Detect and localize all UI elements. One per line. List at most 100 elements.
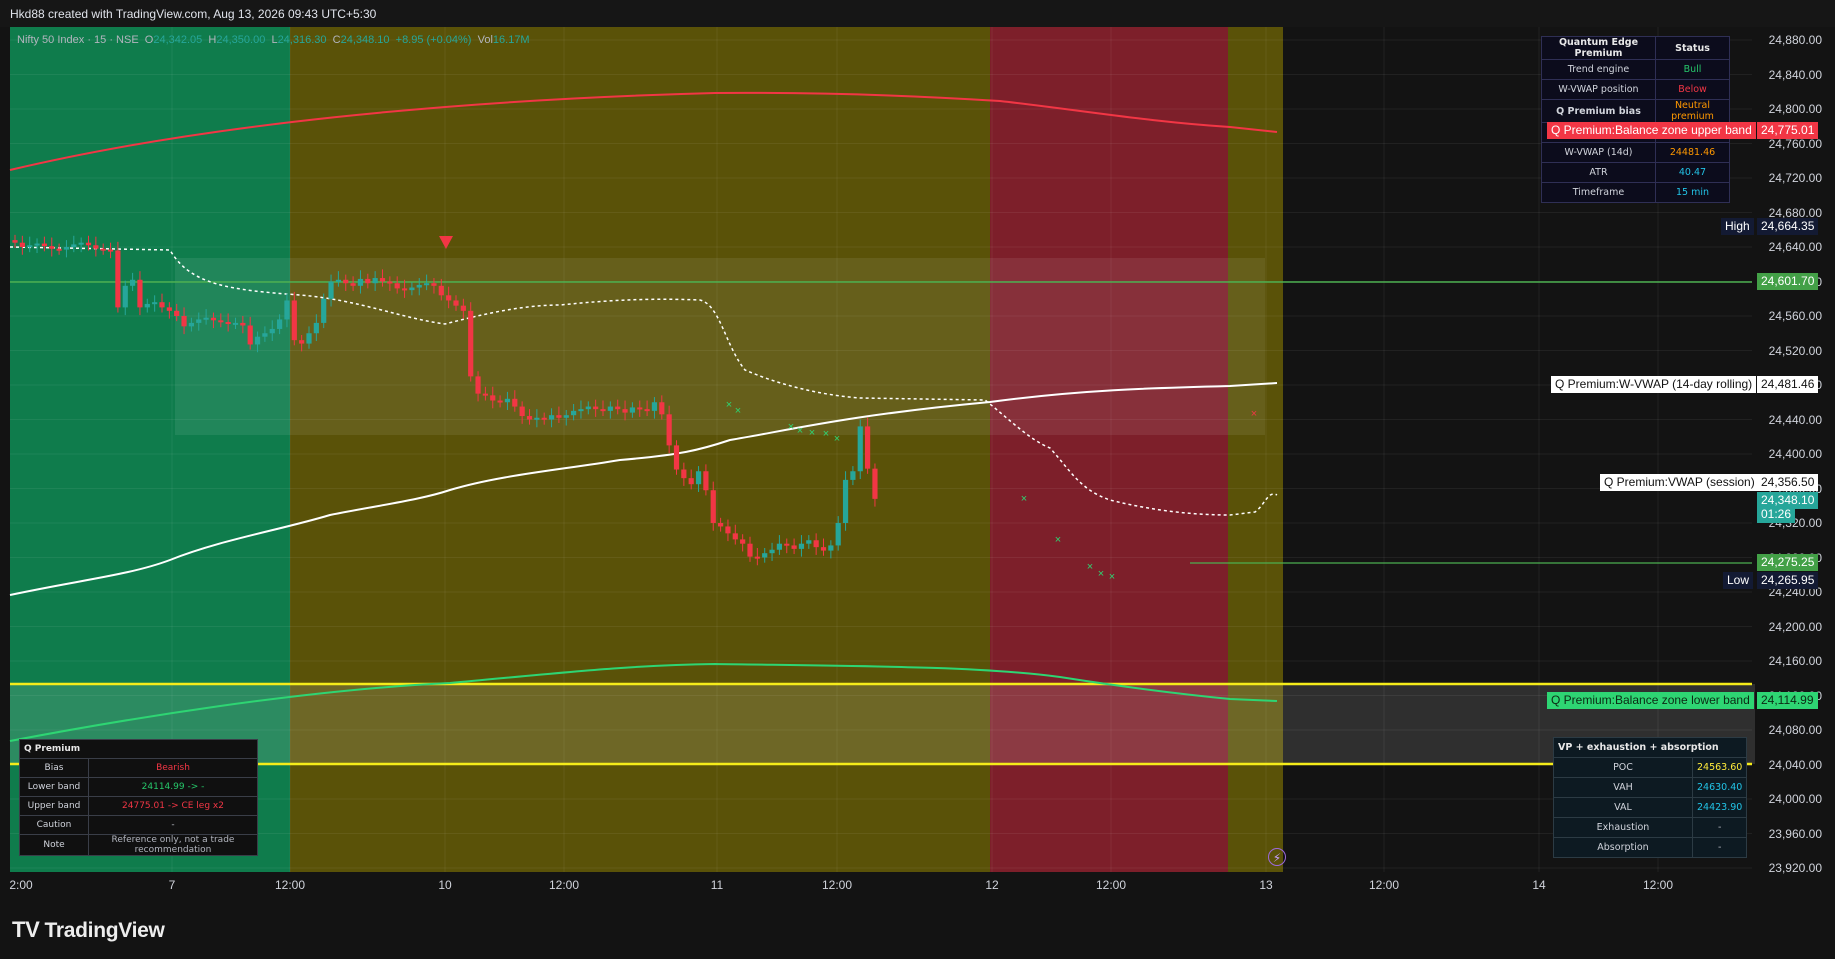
symbol-name[interactable]: Nifty 50 Index · 15 · NSE bbox=[17, 34, 139, 46]
candle-body bbox=[27, 245, 33, 248]
quantum-edge-header: Quantum Edge Premium bbox=[1541, 36, 1656, 60]
row-value: Neutral premium bbox=[1655, 99, 1730, 123]
table-row: W-VWAP position Below bbox=[1541, 79, 1730, 100]
row-value: - bbox=[88, 815, 258, 835]
x-signal-marker: × bbox=[834, 433, 840, 445]
row-value: - bbox=[1691, 837, 1748, 858]
candle-body bbox=[490, 395, 496, 401]
candle-body bbox=[34, 243, 40, 246]
candle-body bbox=[350, 283, 356, 286]
row-label: Caution bbox=[19, 815, 89, 835]
candle-body bbox=[600, 409, 606, 412]
row-label: Exhaustion bbox=[1553, 817, 1693, 838]
x-axis-tick: 2:00 bbox=[9, 878, 33, 892]
candle-body bbox=[56, 248, 62, 251]
candle-body bbox=[762, 553, 768, 558]
candle-body bbox=[526, 416, 533, 420]
x-signal-marker: × bbox=[735, 405, 741, 417]
x-axis-tick: 13 bbox=[1259, 878, 1273, 892]
candle-body bbox=[431, 283, 437, 286]
upper-band-label: Q Premium:Balance zone upper band bbox=[1547, 122, 1756, 139]
candle-body bbox=[78, 242, 84, 245]
wvwap-label: Q Premium:W-VWAP (14-day rolling) bbox=[1551, 376, 1757, 393]
x-axis-tick: 7 bbox=[168, 878, 176, 892]
tradingview-logo[interactable]: TV TradingView bbox=[12, 917, 165, 943]
table-row: Q Premium bias Neutral premium bbox=[1541, 99, 1730, 123]
row-value: 24481.46 bbox=[1655, 142, 1730, 163]
vp-table: VP + exhaustion + absorption POC 24563.60… bbox=[1552, 737, 1748, 858]
candle-body bbox=[784, 543, 790, 546]
vol-label: Vol bbox=[477, 34, 493, 46]
x-signal-marker: × bbox=[788, 421, 794, 433]
candle-body bbox=[593, 406, 599, 410]
candle-body bbox=[865, 426, 871, 469]
candle-body bbox=[247, 325, 253, 345]
candle-body bbox=[651, 402, 658, 411]
x-signal-marker: × bbox=[797, 425, 803, 437]
candle-body bbox=[453, 300, 459, 306]
candle-body bbox=[335, 279, 341, 282]
candle-body bbox=[695, 471, 702, 485]
candle-body bbox=[269, 328, 275, 334]
q-premium-title: Q Premium bbox=[19, 739, 258, 759]
row-label: ATR bbox=[1541, 162, 1656, 183]
table-row: Absorption - bbox=[1553, 837, 1748, 858]
wvwap-price: 24,481.46 bbox=[1757, 376, 1819, 393]
symbol-legend[interactable]: Nifty 50 Index · 15 · NSE O24,342.05 H24… bbox=[17, 34, 530, 46]
candle-body bbox=[387, 281, 393, 284]
vp-rows: POC 24563.60 VAH 24630.40 VAL 24423.90 Exhaust… bbox=[1553, 757, 1748, 858]
green-line-price: 24,601.70 bbox=[1757, 273, 1819, 290]
x-signal-marker: × bbox=[1021, 493, 1027, 505]
candle-body bbox=[321, 298, 327, 323]
candle-body bbox=[813, 540, 819, 548]
x-signal-marker: × bbox=[1055, 534, 1061, 546]
candle-body bbox=[571, 410, 577, 416]
lightning-icon[interactable]: ⚡ bbox=[1268, 848, 1286, 866]
table-row: ATR 40.47 bbox=[1541, 162, 1730, 183]
row-label: Q Premium bias bbox=[1541, 99, 1656, 123]
row-value: 24563.60 bbox=[1691, 757, 1748, 778]
candle-body bbox=[137, 279, 143, 308]
x-axis-tick: 12:00 bbox=[274, 878, 306, 892]
tradingview-window: Hkd88 created with TradingView.com, Aug … bbox=[0, 0, 1835, 959]
upper-band-price: 24,775.01 bbox=[1757, 122, 1819, 139]
candle-body bbox=[41, 243, 47, 247]
y-axis-tick: 24,080.00 bbox=[1768, 723, 1822, 737]
candle-body bbox=[504, 398, 511, 403]
row-value: 24423.90 bbox=[1691, 797, 1748, 818]
candle-body bbox=[328, 281, 334, 299]
x-axis-tick: 12:00 bbox=[1368, 878, 1400, 892]
candle-body bbox=[673, 445, 680, 470]
x-signal-marker: × bbox=[726, 399, 732, 411]
lower-band-price: 24,114.99 bbox=[1757, 692, 1818, 709]
candle-body bbox=[424, 283, 430, 286]
bar-countdown: 01:26 bbox=[1757, 506, 1796, 523]
candle-body bbox=[218, 320, 224, 323]
table-row: Trend engine Bull bbox=[1541, 59, 1730, 80]
y-axis-tick: 24,840.00 bbox=[1768, 67, 1822, 82]
row-label: Note bbox=[19, 834, 89, 856]
y-axis-tick: 23,960.00 bbox=[1768, 826, 1822, 841]
candle-body bbox=[512, 398, 518, 407]
vwap-label: Q Premium:VWAP (session) bbox=[1600, 474, 1759, 491]
candle-body bbox=[174, 310, 180, 316]
lower-band-label: Q Premium:Balance zone lower band bbox=[1547, 692, 1754, 709]
candle-body bbox=[152, 302, 158, 305]
table-row: VAL 24423.90 bbox=[1553, 797, 1748, 818]
row-label: Timeframe bbox=[1541, 182, 1656, 203]
candle-body bbox=[299, 340, 305, 344]
table-row: Timeframe 15 min bbox=[1541, 182, 1730, 203]
candle-body bbox=[710, 490, 716, 523]
low-label: Low bbox=[1723, 572, 1754, 589]
row-label: VAL bbox=[1553, 797, 1693, 818]
candle-body bbox=[144, 303, 150, 308]
candle-body bbox=[629, 407, 635, 413]
candle-body bbox=[556, 415, 562, 418]
row-label: Upper band bbox=[19, 796, 89, 816]
candle-body bbox=[842, 479, 849, 523]
candle-body bbox=[210, 317, 217, 321]
row-value: 15 min bbox=[1655, 182, 1730, 203]
candle-body bbox=[313, 322, 319, 334]
candle-body bbox=[563, 415, 569, 418]
table-row: Lower band 24114.99 -> - bbox=[19, 777, 258, 797]
